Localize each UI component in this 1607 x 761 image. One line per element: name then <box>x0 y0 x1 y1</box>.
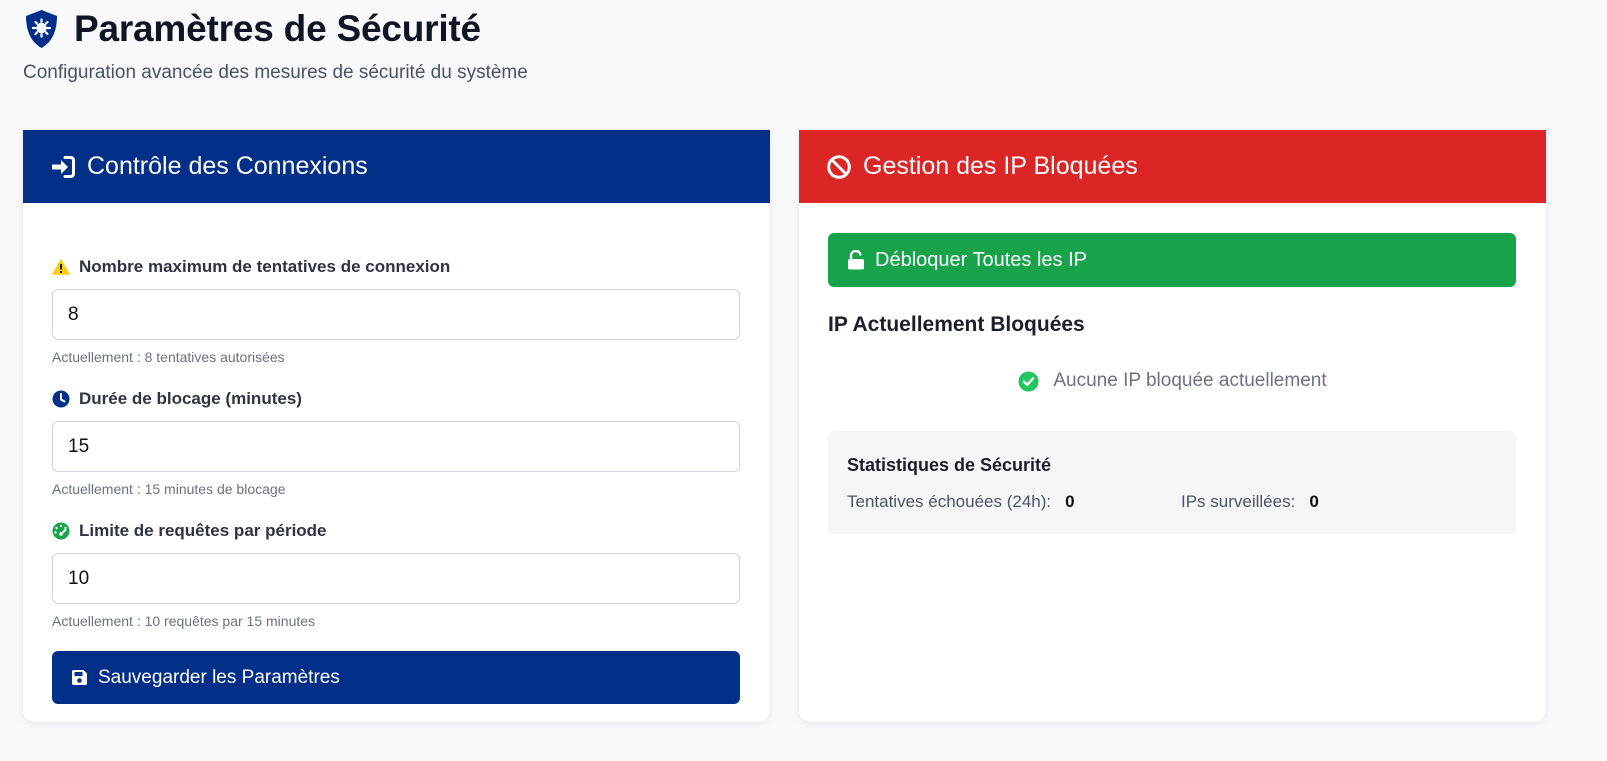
blocked-ips-header: Gestion des IP Bloquées <box>799 130 1546 203</box>
block-duration-help: Actuellement : 15 minutes de blocage <box>52 481 286 497</box>
sign-in-icon <box>52 155 75 178</box>
shield-virus-icon <box>26 10 57 48</box>
rate-limit-label: Limite de requêtes par période <box>52 519 741 543</box>
save-settings-label: Sauvegarder les Paramètres <box>98 666 340 688</box>
blocked-ips-title: Gestion des IP Bloquées <box>863 152 1138 180</box>
clock-icon <box>52 390 70 408</box>
max-attempts-input[interactable] <box>52 289 740 340</box>
max-attempts-group: Nombre maximum de tentatives de connexio… <box>52 255 741 367</box>
monitored-ips-label: IPs surveillées: <box>1181 492 1296 511</box>
title-row: Paramètres de Sécurité <box>23 8 528 50</box>
security-stats-row: Tentatives échouées (24h): 0 IPs surveil… <box>847 492 1497 512</box>
page-title: Paramètres de Sécurité <box>74 8 481 49</box>
block-duration-group: Durée de blocage (minutes) Actuellement … <box>52 387 741 499</box>
login-control-title: Contrôle des Connexions <box>87 152 368 180</box>
security-stats-box: Statistiques de Sécurité Tentatives écho… <box>828 431 1516 534</box>
unlock-icon <box>848 250 864 270</box>
failed-attempts-value: 0 <box>1065 492 1075 511</box>
blocked-ips-list-title: IP Actuellement Bloquées <box>828 313 1085 336</box>
empty-state-message: Aucune IP bloquée actuellement <box>1053 370 1327 391</box>
page-header: Paramètres de Sécurité Configuration ava… <box>23 8 528 84</box>
ban-icon <box>827 154 851 179</box>
rate-limit-help: Actuellement : 10 requêtes par 15 minute… <box>52 613 316 629</box>
rate-limit-label-text: Limite de requêtes par période <box>79 521 327 540</box>
login-control-form: Nombre maximum de tentatives de connexio… <box>23 203 770 704</box>
max-attempts-help: Actuellement : 8 tentatives autorisées <box>52 349 285 365</box>
unblock-all-label: Débloquer Toutes les IP <box>875 248 1087 271</box>
monitored-ips-value: 0 <box>1309 492 1319 511</box>
login-control-header: Contrôle des Connexions <box>23 130 770 203</box>
security-stats-title: Statistiques de Sécurité <box>847 455 1052 475</box>
check-circle-icon <box>1018 371 1039 391</box>
rate-limit-input[interactable] <box>52 553 740 604</box>
rate-limit-group: Limite de requêtes par période Actuellem… <box>52 519 741 631</box>
failed-attempts-label: Tentatives échouées (24h): <box>847 492 1052 511</box>
save-icon <box>72 670 87 685</box>
monitored-ips-stat: IPs surveillées: 0 <box>1181 492 1319 512</box>
max-attempts-label: Nombre maximum de tentatives de connexio… <box>52 255 741 279</box>
failed-attempts-stat: Tentatives échouées (24h): 0 <box>847 492 1181 512</box>
blocked-ips-empty-state: Aucune IP bloquée actuellement <box>828 370 1517 392</box>
blocked-ips-card: Gestion des IP Bloquées Débloquer Toutes… <box>799 130 1546 722</box>
login-control-card: Contrôle des Connexions Nombre maximum d… <box>23 130 770 722</box>
block-duration-label-text: Durée de blocage (minutes) <box>79 389 302 408</box>
warning-icon <box>52 259 70 275</box>
gauge-icon <box>52 522 70 540</box>
blocked-ips-body: Débloquer Toutes les IP IP Actuellement … <box>799 203 1546 534</box>
block-duration-label: Durée de blocage (minutes) <box>52 387 741 411</box>
block-duration-input[interactable] <box>52 421 740 472</box>
max-attempts-label-text: Nombre maximum de tentatives de connexio… <box>79 257 451 276</box>
unblock-all-button[interactable]: Débloquer Toutes les IP <box>828 233 1516 287</box>
page-subtitle: Configuration avancée des mesures de séc… <box>23 62 528 83</box>
save-settings-button[interactable]: Sauvegarder les Paramètres <box>52 651 740 704</box>
